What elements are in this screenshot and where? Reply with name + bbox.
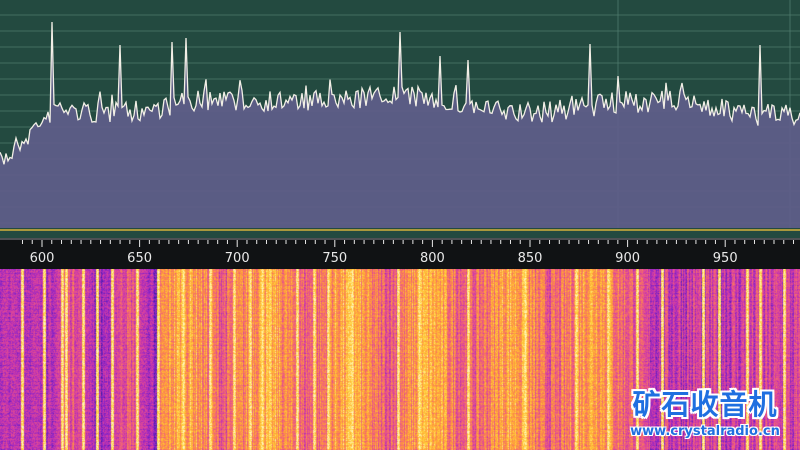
frequency-tick-label: 800 xyxy=(420,251,445,266)
frequency-tick-label: 700 xyxy=(225,251,250,266)
frequency-tick-labels: 600 650 700 750 800 850 900 950 xyxy=(30,251,738,266)
frequency-axis[interactable]: 600 650 700 750 800 850 900 950 xyxy=(0,238,800,269)
watermark: 矿石收音机 www.crystalradio.cn xyxy=(620,388,790,439)
frequency-tick-label: 650 xyxy=(127,251,152,266)
frequency-tick-label: 850 xyxy=(518,251,543,266)
frequency-tick-label: 950 xyxy=(713,251,738,266)
frequency-minor-ticks xyxy=(21,240,795,247)
sdr-receiver-display: 600 650 700 750 800 850 900 950 矿石收音机 www.cryst… xyxy=(0,0,800,450)
frequency-tick-label: 900 xyxy=(615,251,640,266)
watermark-title: 矿石收音机 xyxy=(632,388,778,421)
watermark-url: www.crystalradio.cn xyxy=(630,424,780,439)
spectrum-panel[interactable] xyxy=(0,0,800,238)
frequency-tick-label: 750 xyxy=(322,251,347,266)
frequency-tick-label: 600 xyxy=(30,251,55,266)
